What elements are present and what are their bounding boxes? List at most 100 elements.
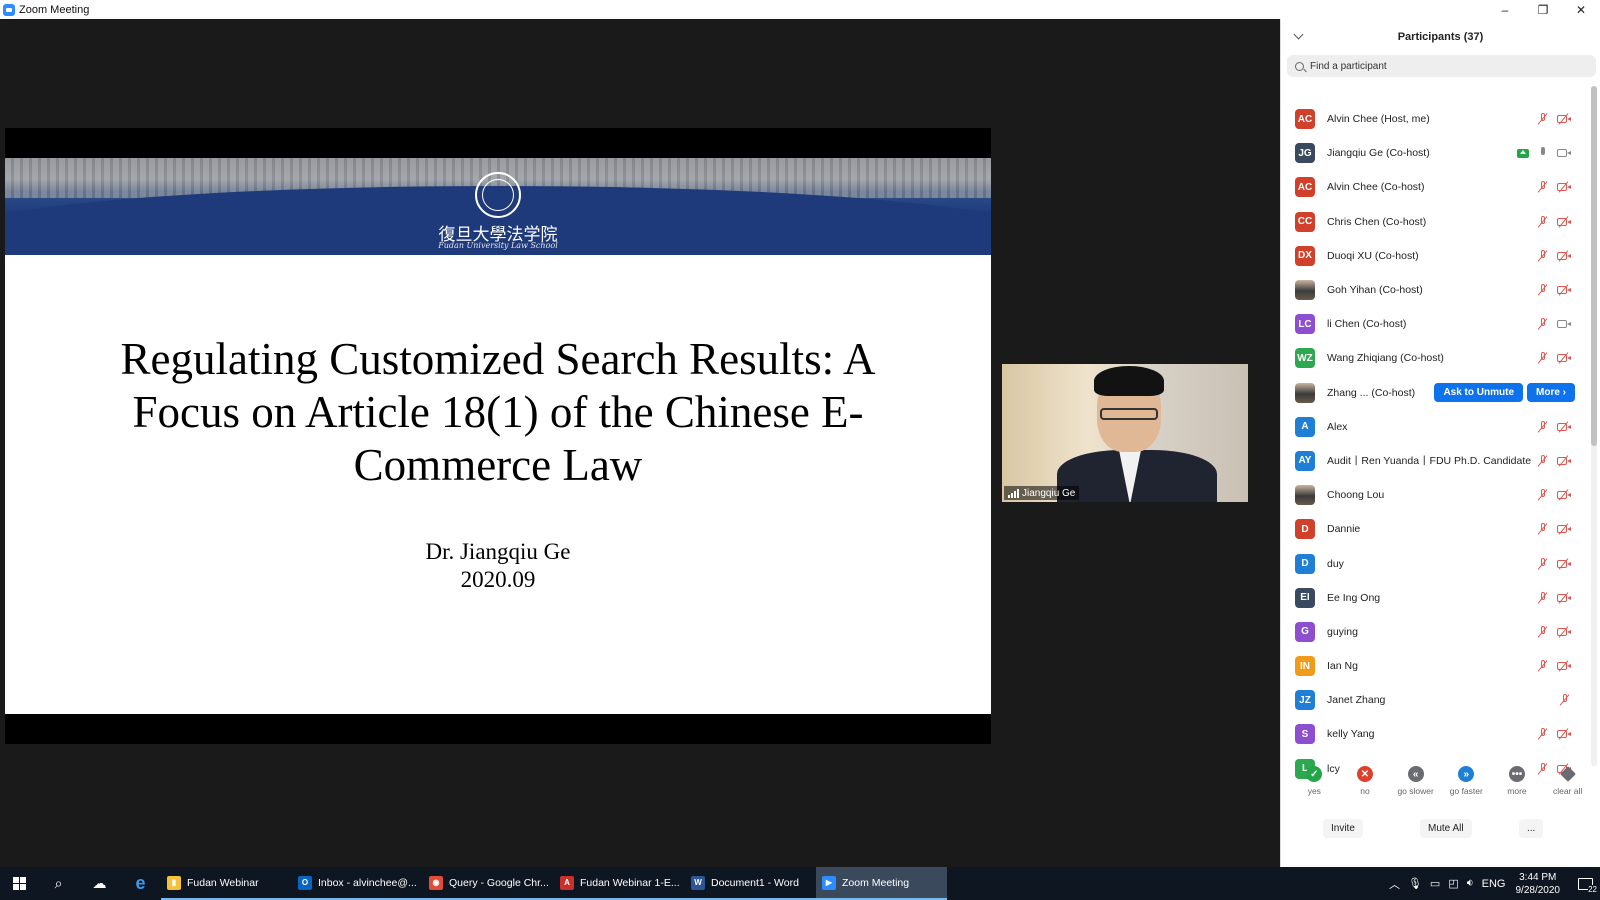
taskbar-app-label: Document1 - Word xyxy=(711,876,799,889)
participant-row[interactable]: A Alex xyxy=(1281,410,1581,444)
participant-row[interactable]: JZ Janet Zhang xyxy=(1281,683,1581,717)
mic-muted-icon[interactable] xyxy=(1537,728,1549,741)
slide-title: Regulating Customized Search Results: A … xyxy=(120,334,876,490)
participant-row[interactable]: DX Duoqi XU (Co-host) xyxy=(1281,239,1581,273)
school-seal-logo xyxy=(475,172,521,218)
reaction-go-slower[interactable]: « go slower xyxy=(1392,766,1440,806)
reaction-more[interactable]: ••• more xyxy=(1493,766,1541,806)
input-language[interactable]: ENG xyxy=(1482,878,1506,890)
taskbar-app[interactable]: O Inbox - alvinchee@... xyxy=(292,867,423,900)
collapse-chevron-icon[interactable] xyxy=(1293,29,1304,40)
reaction-clear-all[interactable]: clear all xyxy=(1544,766,1592,806)
window-titlebar: Zoom Meeting – ❐ ✕ xyxy=(0,0,1600,19)
tray-icons: ︿ 🎙︎ ▭ ◰ 🔉︎ ENG xyxy=(1389,876,1506,892)
participant-list-scrollbar[interactable] xyxy=(1591,86,1597,766)
mic-muted-icon[interactable] xyxy=(1537,557,1549,570)
app-icon: ▮ xyxy=(167,875,181,890)
show-hidden-icons-chevron[interactable]: ︿ xyxy=(1389,876,1400,892)
participant-hover-actions: Ask to Unmute More › xyxy=(1434,383,1575,403)
reaction-yes[interactable]: ✓ yes xyxy=(1290,766,1338,806)
restore-button[interactable]: ❐ xyxy=(1524,0,1562,19)
battery-icon[interactable]: ▭ xyxy=(1430,877,1440,890)
mic-muted-icon[interactable] xyxy=(1559,694,1571,707)
mic-muted-icon[interactable] xyxy=(1537,215,1549,228)
minimize-button[interactable]: – xyxy=(1486,0,1524,19)
speaker-glasses xyxy=(1100,408,1158,420)
video-off-icon xyxy=(1557,557,1571,570)
participant-search-input[interactable] xyxy=(1310,60,1560,72)
taskbar-app[interactable]: ▶ Zoom Meeting xyxy=(816,867,947,900)
mic-muted-icon[interactable] xyxy=(1537,249,1549,262)
mic-muted-icon[interactable] xyxy=(1537,523,1549,536)
start-button[interactable] xyxy=(0,867,38,900)
participant-status xyxy=(1517,147,1571,159)
mic-muted-icon[interactable] xyxy=(1537,318,1549,330)
participant-row[interactable]: IN Ian Ng xyxy=(1281,649,1581,683)
participant-row[interactable]: Zhang ... (Co-host) Ask to Unmute More › xyxy=(1281,376,1581,410)
volume-icon[interactable]: 🔉︎ xyxy=(1467,877,1474,890)
screen-share[interactable]: 復旦大學法学院 Fudan University Law School Regu… xyxy=(5,128,991,744)
participant-row[interactable]: WZ Wang Zhiqiang (Co-host) xyxy=(1281,341,1581,375)
slide-banner: 復旦大學法学院 Fudan University Law School xyxy=(5,158,991,255)
participant-row[interactable]: JG Jiangqiu Ge (Co-host) xyxy=(1281,136,1581,170)
scrollbar-thumb[interactable] xyxy=(1591,86,1597,446)
taskbar-app[interactable]: A Fudan Webinar 1-E... xyxy=(554,867,685,900)
participant-avatar: WZ xyxy=(1295,348,1315,369)
participant-row[interactable]: D Dannie xyxy=(1281,512,1581,546)
window-title: Zoom Meeting xyxy=(19,3,90,16)
participant-list: AC Alvin Chee (Host, me) JG Jiangqiu Ge (Co… xyxy=(1281,102,1581,786)
weather-app-icon[interactable]: ☁ xyxy=(79,867,120,900)
mic-muted-icon[interactable] xyxy=(1537,284,1549,296)
mic-on-icon[interactable] xyxy=(1537,147,1549,159)
speaker-name: Jiangqiu Ge xyxy=(1022,487,1076,499)
mic-muted-icon[interactable] xyxy=(1537,352,1549,365)
participant-row[interactable]: Choong Lou xyxy=(1281,478,1581,512)
windows-logo-icon xyxy=(12,877,26,890)
participant-row[interactable]: AC Alvin Chee (Host, me) xyxy=(1281,102,1581,136)
participant-row[interactable]: LC li Chen (Co-host) xyxy=(1281,307,1581,341)
more-options-button[interactable]: ... xyxy=(1519,818,1544,838)
participant-row[interactable]: AY Audit丨Ren Yuanda丨FDU Ph.D. Candidate xyxy=(1281,444,1581,478)
participant-avatar: AC xyxy=(1295,177,1315,198)
mic-muted-icon[interactable] xyxy=(1537,489,1549,501)
taskbar-app[interactable]: ▮ Fudan Webinar xyxy=(161,867,292,900)
taskbar-app[interactable]: ◉ Query - Google Chr... xyxy=(423,867,554,900)
participant-avatar: S xyxy=(1295,724,1315,745)
participant-status xyxy=(1537,489,1571,501)
edge-browser-icon[interactable]: e xyxy=(120,867,161,900)
participant-status xyxy=(1537,113,1571,125)
mic-muted-icon[interactable] xyxy=(1537,113,1549,125)
reaction-no[interactable]: ✕ no xyxy=(1341,766,1389,806)
close-button[interactable]: ✕ xyxy=(1562,0,1600,19)
taskbar-clock[interactable]: 3:44 PM 9/28/2020 xyxy=(1516,871,1561,897)
participant-row[interactable]: CC Chris Chen (Co-host) xyxy=(1281,205,1581,239)
participant-row[interactable]: AC Alvin Chee (Co-host) xyxy=(1281,170,1581,204)
action-center-button[interactable]: 22 xyxy=(1570,867,1600,900)
mic-muted-icon[interactable] xyxy=(1537,591,1549,604)
network-icon[interactable]: ◰ xyxy=(1448,877,1458,890)
participant-row[interactable]: Gguying xyxy=(1281,615,1581,649)
participant-row[interactable]: Dduy xyxy=(1281,546,1581,580)
video-off-icon xyxy=(1557,113,1571,125)
invite-button[interactable]: Invite xyxy=(1323,818,1363,838)
participant-row[interactable]: Goh Yihan (Co-host) xyxy=(1281,273,1581,307)
more-participant-button[interactable]: More › xyxy=(1527,383,1575,403)
panel-footer: Invite Mute All ... xyxy=(1281,816,1600,840)
participant-row[interactable]: Skelly Yang xyxy=(1281,717,1581,751)
mic-muted-icon[interactable] xyxy=(1537,420,1549,433)
participant-status xyxy=(1559,694,1571,707)
participant-name: Alex xyxy=(1327,420,1348,433)
mic-muted-icon[interactable] xyxy=(1537,181,1549,194)
speaker-video[interactable]: Jiangqiu Ge xyxy=(1002,364,1248,502)
ask-to-unmute-button[interactable]: Ask to Unmute xyxy=(1434,383,1523,403)
mic-muted-icon[interactable] xyxy=(1537,660,1549,672)
search-taskbar-icon[interactable]: ⌕ xyxy=(38,867,79,900)
taskbar-app[interactable]: W Document1 - Word xyxy=(685,867,816,900)
participant-row[interactable]: EI Ee Ing Ong xyxy=(1281,581,1581,615)
video-off-icon xyxy=(1557,660,1571,672)
reaction-go-faster[interactable]: » go faster xyxy=(1442,766,1490,806)
mic-muted-icon[interactable] xyxy=(1537,454,1549,467)
microphone-tray-icon[interactable]: 🎙︎ xyxy=(1408,877,1422,890)
mute-all-button[interactable]: Mute All xyxy=(1420,818,1472,838)
mic-muted-icon[interactable] xyxy=(1537,625,1549,638)
